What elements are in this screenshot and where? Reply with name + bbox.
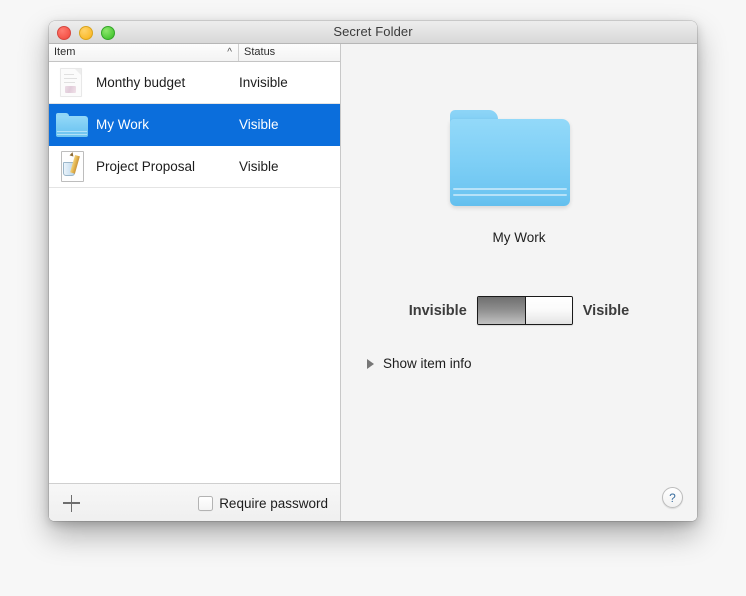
row-item-name: Monthy budget — [96, 75, 186, 90]
window-body: Item ^ Status Monthy budget Invisible My… — [49, 44, 697, 521]
close-window-icon[interactable] — [57, 26, 71, 40]
column-header-status[interactable]: Status — [239, 44, 339, 61]
traffic-light-group — [57, 26, 115, 40]
switch-label-visible: Visible — [582, 302, 630, 319]
show-item-info-label: Show item info — [383, 356, 472, 371]
column-header-item[interactable]: Item ^ — [49, 44, 239, 61]
row-icon — [53, 64, 91, 102]
folder-icon-large — [450, 110, 570, 206]
detail-pane: My Work Invisible Visible Show item info… — [341, 44, 697, 521]
minimize-window-icon[interactable] — [79, 26, 93, 40]
require-password-checkbox[interactable] — [198, 495, 214, 511]
table-row[interactable]: Monthy budget Invisible — [49, 62, 340, 104]
show-item-info-disclosure[interactable]: Show item info — [367, 356, 472, 371]
maximize-window-icon[interactable] — [101, 26, 115, 40]
window-titlebar: Secret Folder — [49, 21, 697, 44]
row-item-status: Visible — [239, 159, 279, 174]
list-bottom-bar: Require password — [49, 483, 340, 521]
app-window: Secret Folder Item ^ Status Monthy budge… — [49, 21, 697, 521]
row-item-status: Visible — [239, 117, 279, 132]
help-button[interactable]: ? — [662, 487, 683, 508]
row-item-status: Invisible — [239, 75, 288, 90]
switch-knob[interactable] — [524, 297, 572, 324]
add-item-button[interactable] — [49, 484, 93, 521]
item-list-pane: Item ^ Status Monthy budget Invisible My… — [49, 44, 341, 521]
switch-label-invisible: Invisible — [408, 302, 467, 319]
detail-item-name: My Work — [492, 230, 546, 245]
row-item-name: Project Proposal — [96, 159, 196, 174]
require-password-label: Require password — [219, 495, 328, 511]
table-row[interactable]: Project Proposal Visible — [49, 146, 340, 188]
switch-track — [477, 297, 525, 324]
row-icon — [53, 148, 91, 186]
column-header-status-label: Status — [244, 46, 276, 58]
window-title: Secret Folder — [333, 24, 413, 39]
document-pencil-icon — [53, 148, 91, 186]
require-password-control[interactable]: Require password — [198, 495, 328, 511]
chevron-right-icon[interactable] — [367, 358, 374, 369]
table-row[interactable]: My Work Visible — [49, 104, 340, 146]
row-item-name: My Work — [96, 117, 149, 132]
folder-icon — [53, 106, 91, 144]
document-faded-icon — [53, 64, 91, 102]
visibility-switch-row: Invisible Visible — [341, 296, 697, 325]
column-header-item-label: Item — [54, 46, 76, 58]
visibility-switch[interactable] — [476, 296, 573, 325]
sort-ascending-icon: ^ — [227, 47, 232, 58]
row-icon — [53, 106, 91, 144]
item-list[interactable]: Monthy budget Invisible My Work Visible … — [49, 62, 340, 483]
list-column-header: Item ^ Status — [49, 44, 340, 62]
